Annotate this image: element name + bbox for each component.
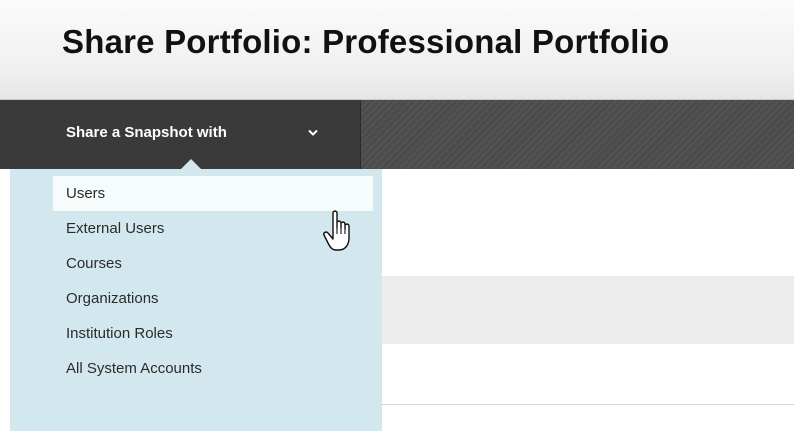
content-row <box>382 404 794 427</box>
menu-item-users[interactable]: Users <box>53 176 373 211</box>
page-header: Share Portfolio: Professional Portfolio <box>0 0 794 100</box>
menu-item-institution-roles[interactable]: Institution Roles <box>50 316 382 351</box>
content-row <box>382 169 794 276</box>
share-snapshot-label: Share a Snapshot with <box>66 124 227 141</box>
menu-item-organizations[interactable]: Organizations <box>50 281 382 316</box>
content-row <box>382 344 794 404</box>
action-bar: Share a Snapshot with <box>0 100 794 169</box>
content-row <box>382 276 794 344</box>
page-title: Share Portfolio: Professional Portfolio <box>62 23 670 60</box>
menu-item-all-system-accounts[interactable]: All System Accounts <box>50 351 382 386</box>
hand-cursor-icon <box>323 210 350 251</box>
chevron-down-icon <box>308 129 318 136</box>
